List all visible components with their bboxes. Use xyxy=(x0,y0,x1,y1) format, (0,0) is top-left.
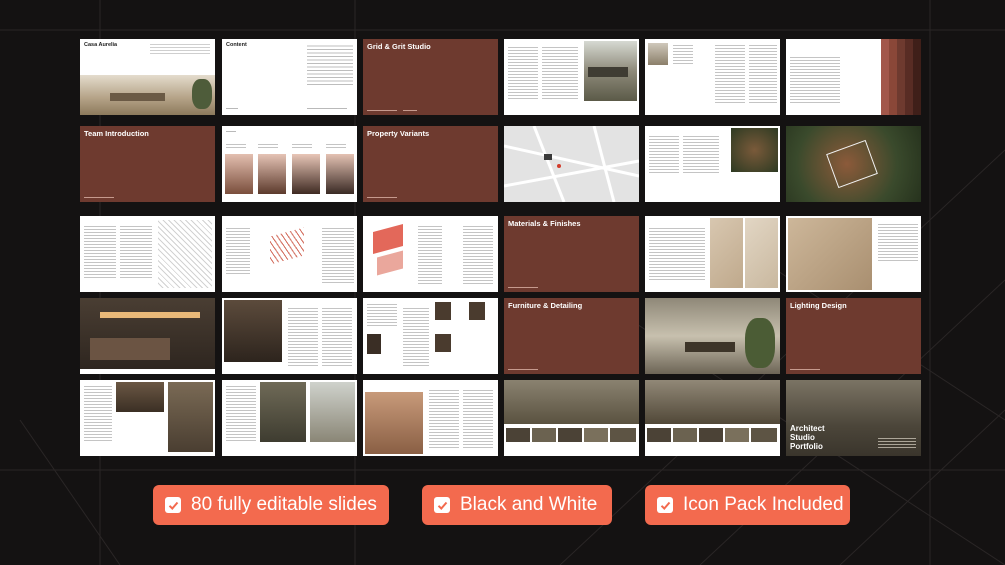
check-icon xyxy=(434,497,450,513)
fixture-photo xyxy=(435,334,451,352)
small-photo xyxy=(648,43,668,65)
slide-title: Materials & Finishes xyxy=(508,219,581,228)
interior-photo xyxy=(224,300,282,362)
feature-badge-black-white: Black and White xyxy=(422,485,612,525)
slide-bedroom-photo[interactable] xyxy=(80,298,215,374)
aerial-photo xyxy=(731,128,778,172)
slide-content[interactable]: Content xyxy=(222,39,357,115)
slide-casa-aurelia[interactable]: Casa Aurelia xyxy=(80,39,215,115)
slide-materials-finishes[interactable]: Materials & Finishes xyxy=(504,216,639,292)
slide-team-photos[interactable] xyxy=(222,126,357,202)
slide-courtyard-photo[interactable] xyxy=(645,298,780,374)
slide-lighting-design[interactable]: Lighting Design xyxy=(786,298,921,374)
plan-drawing xyxy=(158,220,212,288)
fixture-photo xyxy=(469,302,485,320)
feature-badge-icon-pack: Icon Pack Included xyxy=(645,485,850,525)
slide-title: Content xyxy=(226,42,247,48)
slide-gallery-text[interactable] xyxy=(80,380,215,456)
slide-furniture-detailing[interactable]: Furniture & Detailing xyxy=(504,298,639,374)
slide-site-plan[interactable] xyxy=(80,216,215,292)
team-photo xyxy=(326,154,354,194)
slide-title: Lighting Design xyxy=(790,301,847,310)
texture-sample xyxy=(788,218,872,290)
slide-title: Grid & Grit Studio xyxy=(367,42,431,51)
slide-exterior-gallery[interactable] xyxy=(645,380,780,456)
slide-texture[interactable] xyxy=(786,216,921,292)
fixture-photo xyxy=(367,334,381,354)
badge-label: Black and White xyxy=(460,494,598,515)
stone-sample xyxy=(745,218,778,288)
photo xyxy=(260,382,306,442)
slide-location[interactable] xyxy=(645,126,780,202)
slide-title: Property Variants xyxy=(367,129,430,138)
slide-portfolio-cover[interactable]: Architect Studio Portfolio xyxy=(786,380,921,456)
slide-title: Furniture & Detailing xyxy=(508,301,583,310)
team-photo xyxy=(225,154,253,194)
portfolio-title: Architect Studio Portfolio xyxy=(790,424,825,451)
slide-exploded-view[interactable] xyxy=(363,216,498,292)
slide-aerial[interactable] xyxy=(786,126,921,202)
slide-concept[interactable] xyxy=(504,39,639,115)
check-icon xyxy=(165,497,181,513)
slide-photo-pair[interactable] xyxy=(222,380,357,456)
street-map xyxy=(504,126,639,202)
slide-courtyard-gallery[interactable] xyxy=(504,380,639,456)
fixture-photo xyxy=(435,302,451,320)
site-boundary xyxy=(826,139,878,189)
courtyard-photo xyxy=(504,380,639,424)
badge-label: Icon Pack Included xyxy=(683,494,844,515)
exploded-diagram xyxy=(373,223,403,255)
slide-title: Team Introduction xyxy=(84,129,149,138)
gallery-photo xyxy=(168,382,213,452)
slide-fixtures[interactable] xyxy=(363,298,498,374)
slide-interior-text[interactable] xyxy=(222,298,357,374)
slide-material-samples[interactable] xyxy=(645,216,780,292)
axonometric-diagram xyxy=(270,227,304,265)
slide-property-variants[interactable]: Property Variants xyxy=(363,126,498,202)
slide-title: Casa Aurelia xyxy=(84,42,118,48)
team-photo xyxy=(258,154,286,194)
badge-label: 80 fully editable slides xyxy=(191,494,377,515)
slide-floor-plans[interactable] xyxy=(222,216,357,292)
slide-facade[interactable] xyxy=(363,380,498,456)
facade-photo xyxy=(365,392,423,454)
slide-map[interactable] xyxy=(504,126,639,202)
slide-color-palette[interactable] xyxy=(786,39,921,115)
feature-badge-editable-slides: 80 fully editable slides xyxy=(153,485,389,525)
gallery-photo xyxy=(116,382,164,412)
slide-text-photo[interactable] xyxy=(645,39,780,115)
photo xyxy=(310,382,355,442)
slide-team-introduction[interactable]: Team Introduction xyxy=(80,126,215,202)
check-icon xyxy=(657,497,673,513)
stone-sample xyxy=(710,218,743,288)
exterior-photo xyxy=(645,380,780,424)
team-photo xyxy=(292,154,320,194)
slide-grid-grit-studio[interactable]: Grid & Grit Studio xyxy=(363,39,498,115)
